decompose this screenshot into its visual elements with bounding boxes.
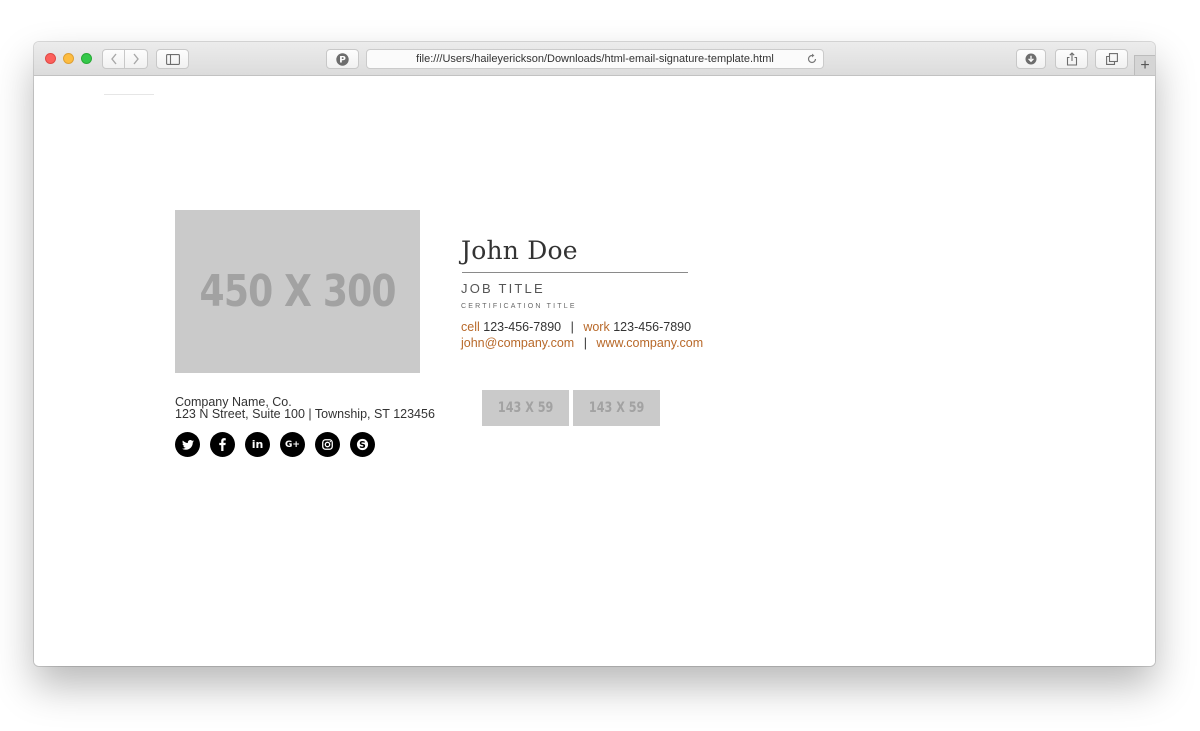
email-link[interactable]: john@company.com: [461, 336, 574, 350]
skype-icon: S: [356, 438, 369, 451]
divider: [104, 94, 154, 95]
sidebar-toggle-button[interactable]: [156, 49, 189, 69]
new-tab-button[interactable]: +: [1134, 55, 1155, 75]
skype-link[interactable]: S: [350, 432, 375, 457]
badge-placeholder-label: 143 X 59: [497, 400, 554, 416]
facebook-icon: [219, 438, 226, 451]
tabs-icon: [1105, 53, 1118, 65]
work-label: work: [583, 320, 610, 334]
website-link[interactable]: www.company.com: [596, 336, 703, 350]
web-row: john@company.com | www.company.com: [461, 336, 703, 350]
name-underline: [462, 272, 688, 273]
instagram-link[interactable]: [315, 432, 340, 457]
sidebar-icon: [165, 53, 180, 65]
pinterest-button[interactable]: P: [326, 49, 359, 69]
company-address: 123 N Street, Suite 100 | Township, ST 1…: [175, 407, 435, 421]
svg-text:S: S: [359, 440, 366, 451]
facebook-link[interactable]: [210, 432, 235, 457]
zoom-window-button[interactable]: [81, 53, 92, 64]
show-tabs-button[interactable]: [1095, 49, 1128, 69]
back-button[interactable]: [102, 49, 125, 69]
address-bar[interactable]: file:///Users/haileyerickson/Downloads/h…: [366, 49, 824, 69]
share-button[interactable]: [1055, 49, 1088, 69]
chevron-left-icon: [110, 53, 117, 65]
separator: |: [583, 336, 587, 350]
browser-toolbar: P file:///Users/haileyerickson/Downloads…: [34, 42, 1155, 76]
phone-row: cell 123-456-7890 | work 123-456-7890: [461, 320, 691, 334]
svg-text:P: P: [339, 55, 346, 65]
close-window-button[interactable]: [45, 53, 56, 64]
photo-placeholder: 450 X 300: [175, 210, 420, 373]
pinterest-icon: P: [336, 52, 349, 66]
badge-placeholder: 143 X 59: [573, 390, 660, 426]
downloads-button[interactable]: [1016, 49, 1046, 69]
address-url: file:///Users/haileyerickson/Downloads/h…: [416, 53, 774, 65]
reload-icon[interactable]: [806, 53, 818, 65]
badge-placeholder: 143 X 59: [482, 390, 569, 426]
chevron-right-icon: [133, 53, 139, 65]
company-info: Company Name, Co. 123 N Street, Suite 10…: [175, 396, 435, 421]
cell-label: cell: [461, 320, 480, 334]
page-content: 450 X 300 John Doe JOB TITLE CERTIFICATI…: [34, 76, 1155, 666]
certification-title: CERTIFICATION TITLE: [461, 303, 577, 310]
twitter-icon: [181, 439, 194, 450]
twitter-link[interactable]: [175, 432, 200, 457]
signature-name: John Doe: [461, 236, 578, 265]
google-plus-link[interactable]: G+: [280, 432, 305, 457]
cell-number[interactable]: 123-456-7890: [483, 320, 561, 334]
navigation-buttons: [102, 49, 148, 69]
minimize-window-button[interactable]: [63, 53, 74, 64]
job-title: JOB TITLE: [461, 281, 545, 296]
linkedin-link[interactable]: in: [245, 432, 270, 457]
social-links: in G+ S: [175, 432, 375, 457]
download-icon: [1025, 53, 1037, 65]
work-number[interactable]: 123-456-7890: [613, 320, 691, 334]
forward-button[interactable]: [125, 49, 148, 69]
badge-placeholder-label: 143 X 59: [588, 400, 645, 416]
photo-placeholder-label: 450 X 300: [199, 266, 396, 317]
instagram-icon: [322, 439, 333, 450]
separator: |: [570, 320, 574, 334]
google-plus-icon: G+: [285, 439, 300, 450]
browser-window: P file:///Users/haileyerickson/Downloads…: [34, 42, 1155, 666]
share-icon: [1066, 52, 1077, 66]
linkedin-icon: in: [251, 438, 264, 451]
